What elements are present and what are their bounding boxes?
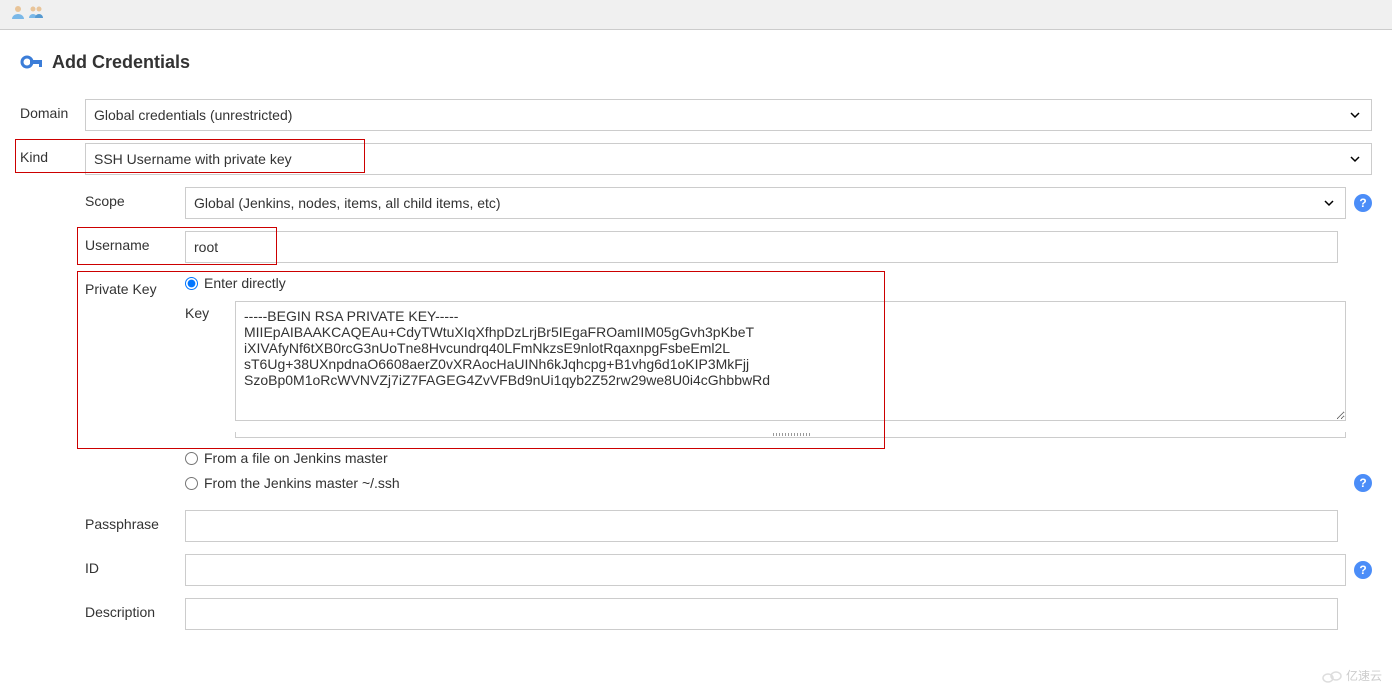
domain-label: Domain xyxy=(20,99,85,121)
key-resizer[interactable] xyxy=(235,432,1346,438)
username-input[interactable] xyxy=(185,231,1338,263)
id-row: ID ? xyxy=(85,554,1372,586)
scope-row: Scope Global (Jenkins, nodes, items, all… xyxy=(85,187,1372,219)
kind-select[interactable]: SSH Username with private key xyxy=(85,143,1372,175)
page-title-row: Add Credentials xyxy=(20,50,1372,74)
radio-from-file-input[interactable] xyxy=(185,452,198,465)
passphrase-row: Passphrase xyxy=(85,510,1372,542)
private-key-label: Private Key xyxy=(85,275,185,297)
radio-from-ssh[interactable]: From the Jenkins master ~/.ssh xyxy=(185,475,1354,491)
user-icon xyxy=(10,4,26,25)
id-help-icon[interactable]: ? xyxy=(1354,561,1372,579)
private-key-textarea[interactable] xyxy=(235,301,1346,421)
users-icon xyxy=(28,4,44,25)
watermark: 亿速云 xyxy=(1322,667,1382,684)
header-icons xyxy=(10,4,44,25)
radio-from-ssh-input[interactable] xyxy=(185,477,198,490)
radio-enter-directly-input[interactable] xyxy=(185,277,198,290)
private-key-help-icon[interactable]: ? xyxy=(1354,474,1372,492)
scope-label: Scope xyxy=(85,187,185,209)
private-key-block: Private Key Enter directly Key xyxy=(85,275,1372,492)
username-label: Username xyxy=(85,231,185,253)
kind-row: Kind SSH Username with private key xyxy=(20,143,1372,175)
domain-select[interactable]: Global credentials (unrestricted) xyxy=(85,99,1372,131)
key-icon xyxy=(20,50,44,74)
description-input[interactable] xyxy=(185,598,1338,630)
username-row: Username xyxy=(85,231,1372,263)
page-title: Add Credentials xyxy=(52,52,190,73)
header-bar xyxy=(0,0,1392,30)
passphrase-label: Passphrase xyxy=(85,510,185,532)
sub-section: Scope Global (Jenkins, nodes, items, all… xyxy=(85,187,1372,630)
kind-label: Kind xyxy=(20,143,85,175)
description-label: Description xyxy=(85,598,185,620)
id-label: ID xyxy=(85,554,185,576)
radio-enter-directly[interactable]: Enter directly xyxy=(185,275,1346,291)
radio-from-file-label: From a file on Jenkins master xyxy=(204,450,388,466)
main-content: Add Credentials Domain Global credential… xyxy=(0,30,1392,662)
scope-help-icon[interactable]: ? xyxy=(1354,194,1372,212)
key-label: Key xyxy=(185,301,235,321)
id-input[interactable] xyxy=(185,554,1346,586)
description-row: Description xyxy=(85,598,1372,630)
passphrase-input[interactable] xyxy=(185,510,1338,542)
radio-from-ssh-label: From the Jenkins master ~/.ssh xyxy=(204,475,400,491)
radio-enter-directly-label: Enter directly xyxy=(204,275,286,291)
radio-from-file[interactable]: From a file on Jenkins master xyxy=(185,450,1372,466)
domain-row: Domain Global credentials (unrestricted) xyxy=(20,99,1372,131)
scope-select[interactable]: Global (Jenkins, nodes, items, all child… xyxy=(185,187,1346,219)
